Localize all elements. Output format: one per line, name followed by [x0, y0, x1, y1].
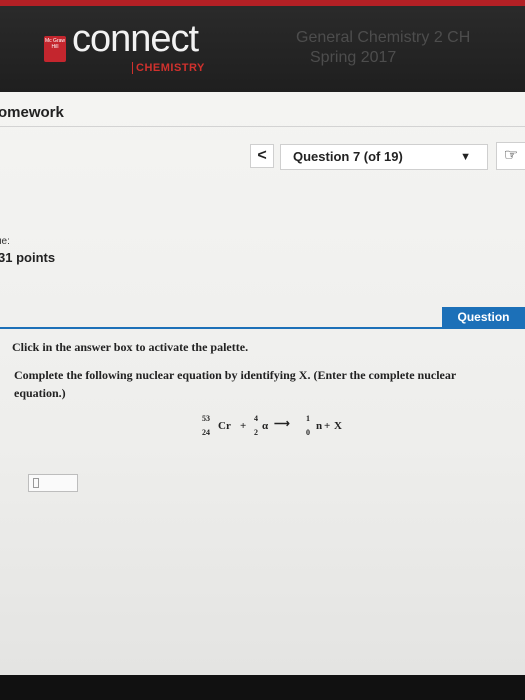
- input-placeholder-box: [33, 478, 39, 488]
- next-question-button[interactable]: ☞: [496, 142, 525, 170]
- mass-number: 53: [202, 414, 210, 423]
- atomic-number: 0: [306, 428, 310, 437]
- nuclear-equation: 53 24 Cr + 4 2 α ⟶ 1 0 n + X: [200, 414, 400, 450]
- element-symbol: n: [316, 420, 323, 432]
- section-title: omework: [0, 104, 64, 121]
- logo-text: Mc Graw Hill: [45, 38, 65, 50]
- unknown-x: X: [334, 420, 342, 432]
- app-header: Mc Graw Hill connect CHEMISTRY General C…: [0, 0, 525, 92]
- points-value: 31 points: [0, 250, 56, 265]
- app-name: connect: [72, 18, 199, 60]
- previous-question-button[interactable]: <: [250, 144, 274, 168]
- due-label: ue:: [0, 236, 10, 247]
- assignment-page: omework < Question 7 (of 19) ▼ ☞ ue: 31 …: [0, 92, 525, 675]
- mass-number: 1: [306, 414, 310, 423]
- chevron-down-icon: ▼: [460, 151, 471, 163]
- element-symbol: Cr: [218, 420, 231, 432]
- question-prompt: Complete the following nuclear equation …: [14, 368, 456, 400]
- instruction-text: Click in the answer box to activate the …: [12, 340, 249, 354]
- atomic-number: 2: [254, 428, 258, 437]
- question-divider: [0, 327, 525, 329]
- reaction-arrow: ⟶: [274, 418, 290, 430]
- atomic-number: 24: [202, 428, 210, 437]
- mcgraw-hill-logo: Mc Graw Hill: [44, 36, 66, 62]
- course-name: General Chemistry 2 CH: [296, 29, 471, 46]
- course-title[interactable]: General Chemistry 2 CH Spring 2017: [296, 28, 525, 68]
- plus-sign: +: [324, 420, 331, 432]
- tab-question[interactable]: Question: [442, 307, 525, 327]
- question-selector-label: Question 7 (of 19): [293, 149, 403, 164]
- screen-bezel: [0, 675, 525, 700]
- answer-input-box[interactable]: [28, 474, 78, 492]
- course-term: Spring 2017: [310, 49, 397, 66]
- divider: [0, 126, 525, 127]
- question-selector[interactable]: Question 7 (of 19) ▼: [280, 144, 488, 170]
- subject-label: CHEMISTRY: [132, 62, 205, 74]
- hand-pointer-icon: ☞: [503, 147, 519, 164]
- mass-number: 4: [254, 414, 258, 423]
- header-accent-bar: [0, 0, 525, 6]
- element-symbol: α: [262, 420, 269, 432]
- plus-sign: +: [240, 420, 247, 432]
